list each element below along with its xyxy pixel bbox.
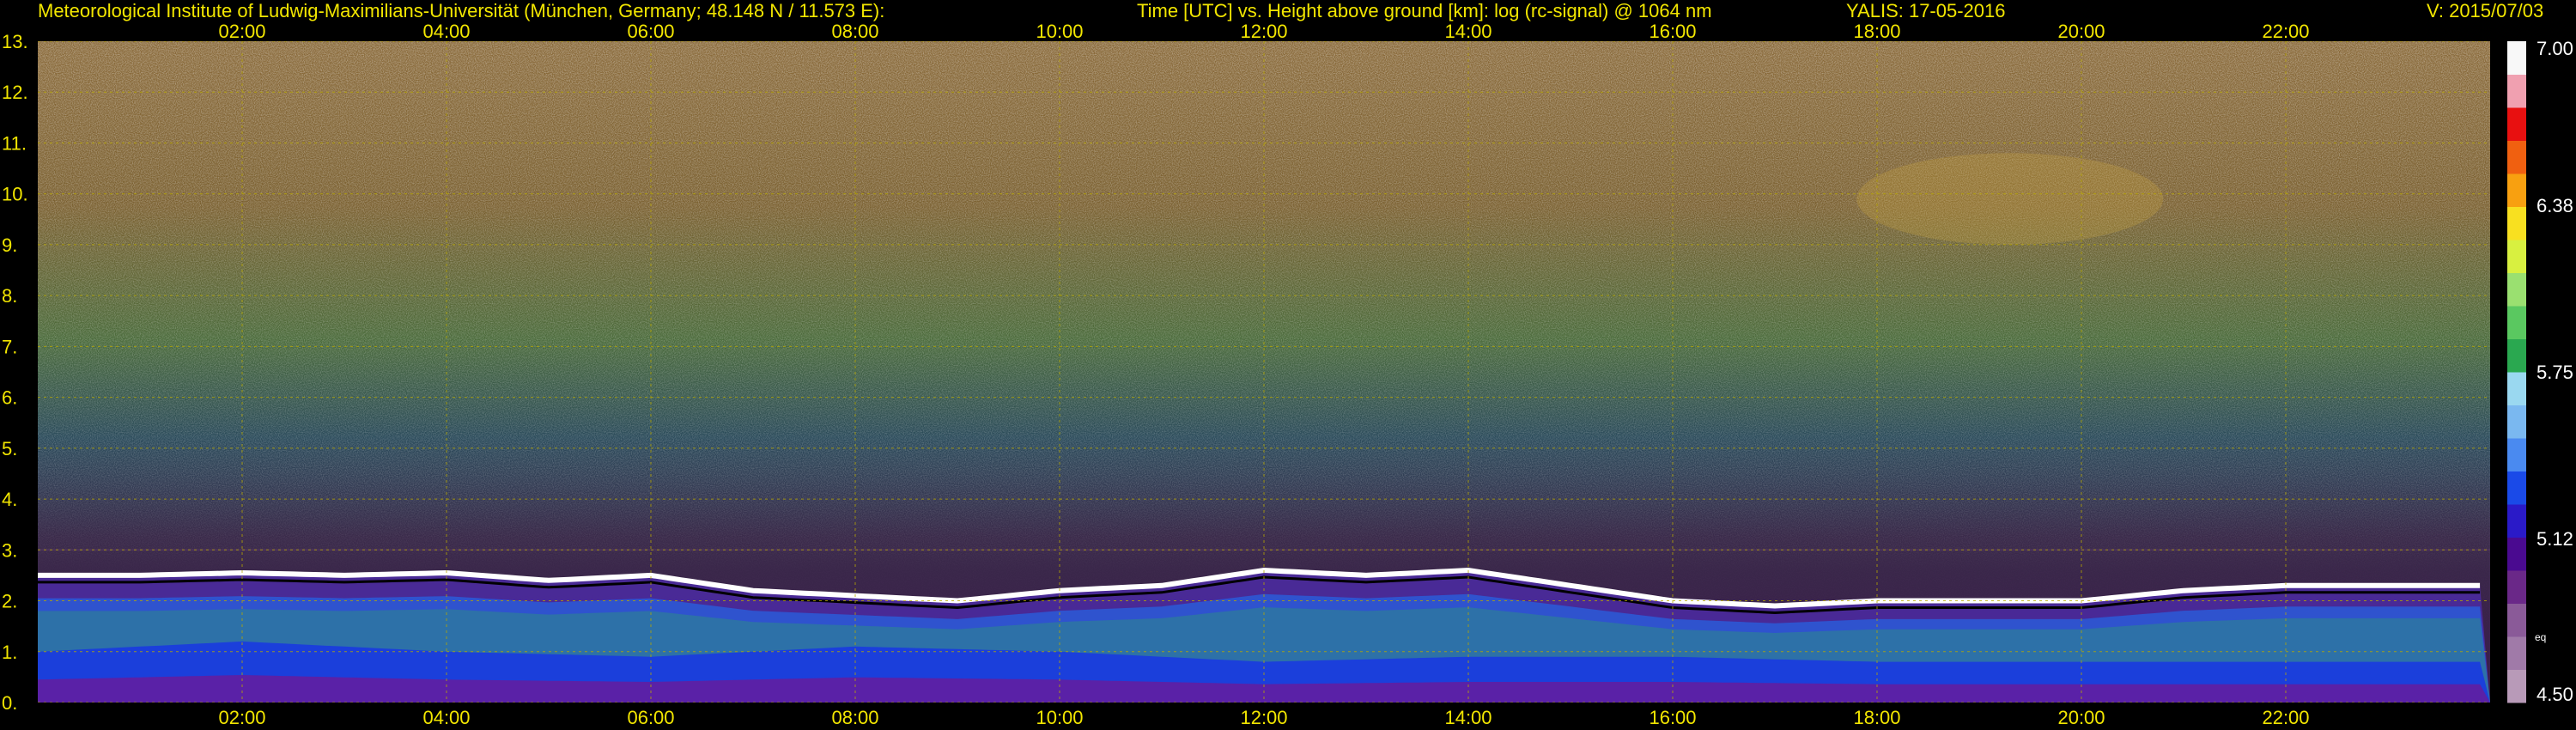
colorbar-tick-label: 4.50: [2537, 684, 2573, 705]
x-tick-label-top: 08:00: [831, 21, 878, 42]
y-tick-label: 8.: [2, 285, 17, 307]
colorbar-segment: [2507, 537, 2526, 571]
x-tick-label-top: 20:00: [2057, 21, 2105, 42]
x-tick-label-bottom: 14:00: [1444, 707, 1492, 728]
x-tick-label-bottom: 18:00: [1853, 707, 1900, 728]
y-tick-label: 2.: [2, 591, 17, 612]
x-tick-label-bottom: 10:00: [1036, 707, 1083, 728]
colorbar-tick-label: 5.12: [2537, 528, 2573, 550]
colorbar-segment: [2507, 669, 2526, 703]
x-tick-label-bottom: 06:00: [627, 707, 674, 728]
colorbar-segment: [2507, 74, 2526, 108]
x-tick-label-top: 14:00: [1444, 21, 1492, 42]
cirrus-cloud: [1856, 153, 2164, 245]
x-tick-label-top: 18:00: [1853, 21, 1900, 42]
colorbar-segment: [2507, 41, 2526, 75]
colorbar-segment: [2507, 372, 2526, 405]
colorbar-segment: [2507, 438, 2526, 471]
y-tick-label: 10.: [2, 184, 28, 205]
colorbar-segment: [2507, 140, 2526, 174]
colorbar-segment: [2507, 405, 2526, 439]
colorbar-segment: [2507, 272, 2526, 307]
y-tick-label: 6.: [2, 387, 17, 409]
x-tick-label-top: 02:00: [218, 21, 265, 42]
x-tick-label-top: 06:00: [627, 21, 674, 42]
y-tick-label: 0.: [2, 692, 17, 714]
x-tick-label-bottom: 12:00: [1240, 707, 1287, 728]
colorbar-segment: [2507, 338, 2526, 373]
x-tick-label-bottom: 20:00: [2057, 707, 2105, 728]
x-tick-label-bottom: 04:00: [422, 707, 470, 728]
y-tick-label: 9.: [2, 234, 17, 256]
x-tick-label-top: 22:00: [2262, 21, 2309, 42]
colorbar-segment: [2507, 471, 2526, 505]
x-axis-top: 02:00 04:00 06:00 08:00 10:00 12:00 14:00 16:00…: [218, 21, 2309, 42]
y-tick-label: 12.: [2, 82, 28, 103]
x-tick-label-top: 10:00: [1036, 21, 1083, 42]
y-axis: 0. 1. 2. 3. 4. 5. 6. 7. 8. 9. 10. 11. 12. 13.: [2, 31, 28, 714]
y-tick-label: 7.: [2, 336, 17, 357]
heatmap-plot-area: [38, 41, 2490, 703]
colorbar-tick-label: 6.38: [2537, 195, 2573, 216]
y-tick-label: 13.: [2, 31, 28, 52]
x-tick-label-bottom: 16:00: [1649, 707, 1696, 728]
x-tick-label-top: 12:00: [1240, 21, 1287, 42]
colorbar-segment: [2507, 240, 2526, 273]
colorbar-segment: [2507, 206, 2526, 240]
colorbar-segment: [2507, 636, 2526, 670]
colorbar-segment: [2507, 306, 2526, 339]
x-tick-label-bottom: 22:00: [2262, 707, 2309, 728]
colorbar: 7.00 6.38 5.75 5.12 4.50 eq: [2507, 38, 2573, 705]
x-tick-label-bottom: 02:00: [218, 707, 265, 728]
lidar-time-height-chart: 02:00 04:00 06:00 08:00 10:00 12:00 14:00 16:00…: [2, 21, 2573, 728]
colorbar-segment: [2507, 570, 2526, 604]
colorbar-segment: [2507, 603, 2526, 637]
y-tick-label: 11.: [2, 132, 27, 154]
x-tick-label-top: 16:00: [1649, 21, 1696, 42]
x-tick-label-bottom: 08:00: [831, 707, 878, 728]
colorbar-small-label: eq: [2535, 631, 2546, 643]
y-tick-label: 3.: [2, 539, 17, 561]
y-tick-label: 5.: [2, 438, 17, 459]
colorbar-segment: [2507, 107, 2526, 141]
colorbar-tick-label: 7.00: [2537, 38, 2573, 59]
y-tick-label: 4.: [2, 489, 17, 510]
colorbar-segment: [2507, 504, 2526, 538]
colorbar-tick-label: 5.75: [2537, 362, 2573, 383]
x-axis-bottom: 02:00 04:00 06:00 08:00 10:00 12:00 14:00 16:00…: [218, 707, 2309, 728]
colorbar-segment: [2507, 173, 2526, 207]
y-tick-label: 1.: [2, 642, 17, 663]
x-tick-label-top: 04:00: [422, 21, 470, 42]
